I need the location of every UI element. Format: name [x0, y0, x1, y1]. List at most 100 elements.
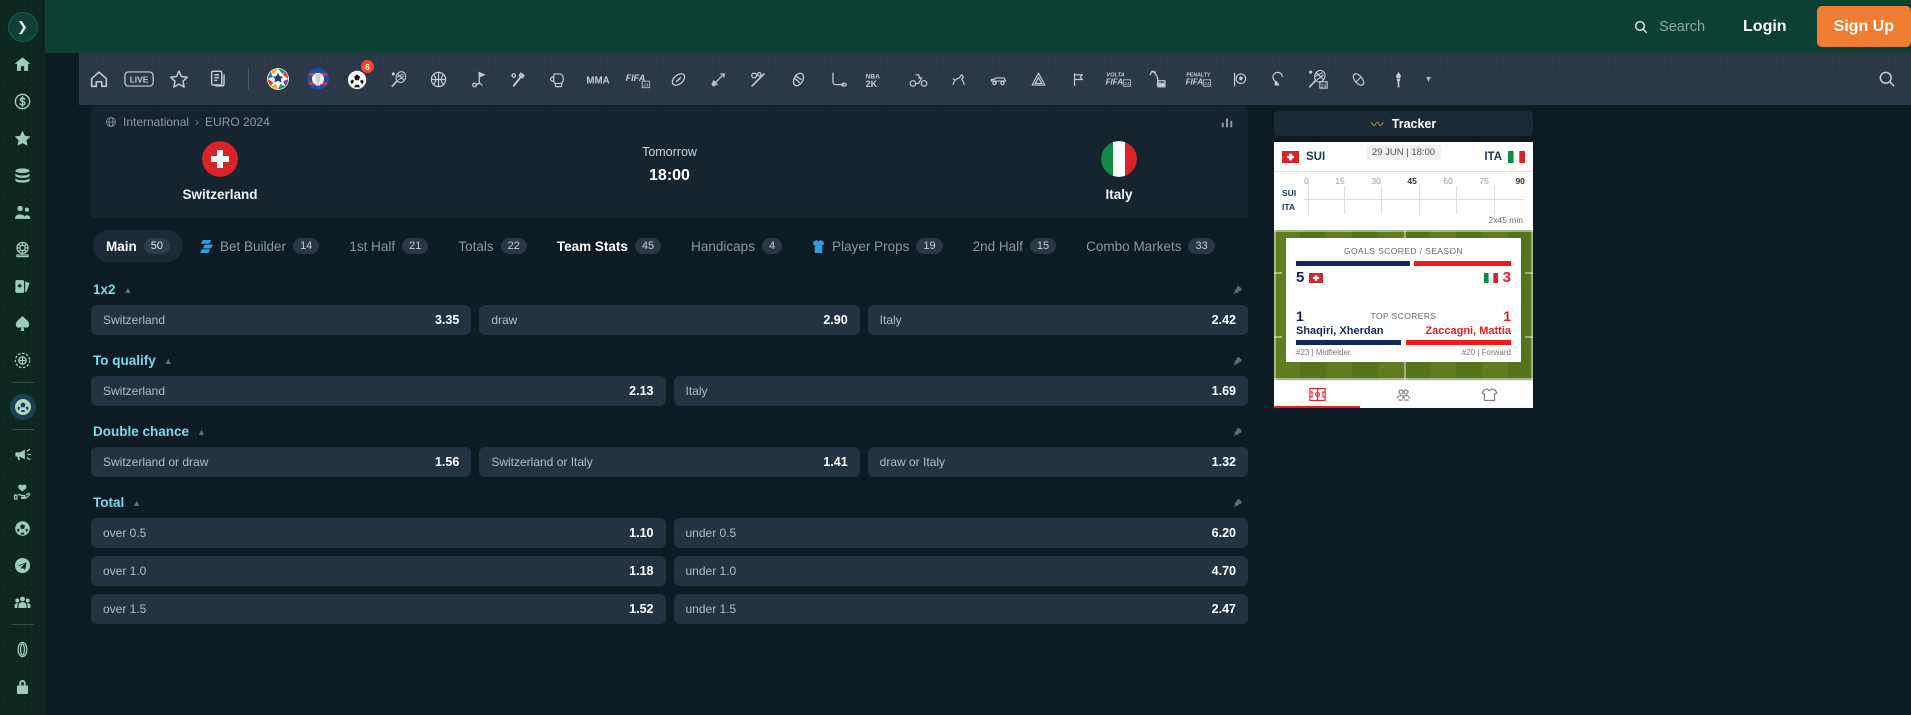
nav-item-favourites[interactable] [159, 53, 199, 105]
nav-item-horse-racing[interactable] [938, 53, 978, 105]
tab-2nd-half[interactable]: 2nd Half 15 [960, 230, 1070, 262]
nav-item-mma[interactable]: MMA [578, 53, 618, 105]
odd-button[interactable]: under 1.0 4.70 [673, 556, 1248, 586]
odd-button[interactable]: over 0.5 1.10 [91, 518, 666, 548]
tab-handicaps[interactable]: Handicaps 4 [678, 230, 795, 262]
sidebar-item-responsible-gaming[interactable] [0, 476, 45, 506]
nav-item-home[interactable] [79, 53, 119, 105]
collapse-caret-icon[interactable]: ▲ [132, 498, 141, 508]
sidebar-item-currency[interactable] [0, 634, 45, 664]
sidebar-item-community[interactable] [0, 587, 45, 617]
header-search[interactable]: Search [1633, 19, 1705, 35]
sidebar-item-home[interactable] [0, 49, 45, 79]
odd-button[interactable]: Switzerland or draw 1.56 [91, 447, 472, 477]
nav-more-caret[interactable]: ▾ [1418, 74, 1439, 85]
sidebar-item-coins[interactable] [0, 160, 45, 190]
nav-item-nba2k[interactable]: NBA 2K [858, 53, 898, 105]
pin-icon[interactable] [1232, 284, 1244, 302]
nav-item-archery[interactable]: 24 [1138, 53, 1178, 105]
odd-button[interactable]: draw or Italy 1.32 [867, 447, 1248, 477]
sidebar-item-football[interactable] [0, 513, 45, 543]
sidebar-item-announcements[interactable] [0, 439, 45, 469]
nav-item-euro-2024[interactable] [258, 53, 298, 105]
market-header-to-qualify[interactable]: To qualify ▲ [91, 343, 1248, 376]
nav-item-olympics[interactable] [1378, 53, 1418, 105]
nav-item-motorsport[interactable] [978, 53, 1018, 105]
tab-combo-markets[interactable]: Combo Markets 33 [1073, 230, 1228, 262]
nav-item-american-football[interactable] [1258, 53, 1298, 105]
nav-item-penalty-fifa-24[interactable]: PENALTY FIFA 24 [1178, 53, 1218, 105]
breadcrumb-competition[interactable]: EURO 2024 [205, 115, 270, 129]
tab-totals[interactable]: Totals 22 [445, 230, 540, 262]
tab-bet-builder[interactable]: Bet Builder 14 [187, 230, 332, 262]
odd-button[interactable]: Switzerland 3.35 [91, 305, 472, 335]
nav-search-button[interactable] [1863, 69, 1911, 89]
tracker-tab-kit[interactable] [1447, 381, 1533, 408]
tracker-tab-lineup[interactable] [1360, 381, 1446, 408]
sidebar-item-promotions[interactable] [0, 86, 45, 116]
event-stats-button[interactable] [1220, 115, 1234, 134]
nav-item-beach-soccer[interactable] [1218, 53, 1258, 105]
market-header-double-chance[interactable]: Double chance ▲ [91, 414, 1248, 447]
tracker-toggle-button[interactable]: 〰 Tracker [1274, 111, 1533, 136]
tab-player-props[interactable]: Player Props 19 [799, 230, 956, 262]
nav-item-volta-fifa-24[interactable]: VOLTA FIFA 24 [1098, 53, 1138, 105]
nav-item-handball[interactable] [1018, 53, 1058, 105]
nav-item-darts[interactable] [698, 53, 738, 105]
nav-item-cricket[interactable] [498, 53, 538, 105]
sidebar-item-sports[interactable] [0, 392, 45, 422]
sidebar-item-casino-chip[interactable] [0, 345, 45, 375]
login-button[interactable]: Login [1743, 18, 1787, 36]
nav-item-aussie-rules[interactable] [1338, 53, 1378, 105]
market-header-total[interactable]: Total ▲ [91, 485, 1248, 518]
sidebar-item-favourites[interactable] [0, 123, 45, 153]
nav-item-basketball[interactable] [418, 53, 458, 105]
odd-button[interactable]: Switzerland 2.13 [91, 376, 666, 406]
odd-button[interactable]: under 1.5 2.47 [673, 594, 1248, 624]
collapse-caret-icon[interactable]: ▲ [164, 356, 173, 366]
nav-item-boxing[interactable] [538, 53, 578, 105]
nav-item-live[interactable]: LIVE [119, 53, 159, 105]
pin-icon[interactable] [1232, 355, 1244, 373]
nav-item-football-hot[interactable]: 6 [338, 53, 378, 105]
sidebar-item-friends[interactable] [0, 197, 45, 227]
breadcrumb-region[interactable]: International [123, 115, 189, 129]
tracker-tab-pitch[interactable] [1274, 381, 1360, 408]
sidebar-item-telegram[interactable] [0, 550, 45, 580]
odd-button[interactable]: over 1.5 1.52 [91, 594, 666, 624]
nav-item-rugby[interactable] [658, 53, 698, 105]
sidebar-item-cards[interactable] [0, 271, 45, 301]
pin-icon[interactable] [1232, 497, 1244, 515]
pin-icon[interactable] [1232, 426, 1244, 444]
home-team-block[interactable]: Switzerland [105, 141, 335, 202]
odd-button[interactable]: Italy 1.69 [673, 376, 1248, 406]
nav-item-tennis[interactable] [378, 53, 418, 105]
sidebar-item-poker[interactable] [0, 308, 45, 338]
sidebar-item-roulette[interactable] [0, 234, 45, 264]
nav-item-bet-slip[interactable] [199, 53, 239, 105]
tab-main[interactable]: Main 50 [93, 230, 184, 262]
nav-item-ice-hockey[interactable] [818, 53, 858, 105]
signup-button[interactable]: Sign Up [1816, 6, 1911, 47]
nav-item-futsal[interactable] [1058, 53, 1098, 105]
nav-item-golf[interactable] [458, 53, 498, 105]
away-team-block[interactable]: Italy [1004, 141, 1234, 202]
tab-1st-half[interactable]: 1st Half 21 [336, 230, 441, 262]
collapse-caret-icon[interactable]: ▲ [197, 427, 206, 437]
odd-button[interactable]: over 1.0 1.18 [91, 556, 666, 586]
sidebar-expand-button[interactable]: ❯ [7, 12, 38, 42]
nav-item-cycling[interactable] [898, 53, 938, 105]
nav-item-snooker[interactable] [738, 53, 778, 105]
sidebar-item-security[interactable] [0, 671, 45, 701]
odd-button[interactable]: Switzerland or Italy 1.41 [479, 447, 860, 477]
market-header-1x2[interactable]: 1x2 ▲ [91, 272, 1248, 305]
collapse-caret-icon[interactable]: ▲ [124, 285, 133, 295]
nav-item-fifa-24[interactable]: FIFA 24 [618, 53, 658, 105]
nav-item-baseball[interactable] [778, 53, 818, 105]
odd-button[interactable]: draw 2.90 [479, 305, 860, 335]
tab-team-stats[interactable]: Team Stats 45 [544, 230, 674, 262]
odd-button[interactable]: under 0.5 6.20 [673, 518, 1248, 548]
nav-item-badminton-24[interactable]: 24 [1298, 53, 1338, 105]
odd-button[interactable]: Italy 2.42 [867, 305, 1248, 335]
nav-item-copa-america[interactable] [298, 53, 338, 105]
